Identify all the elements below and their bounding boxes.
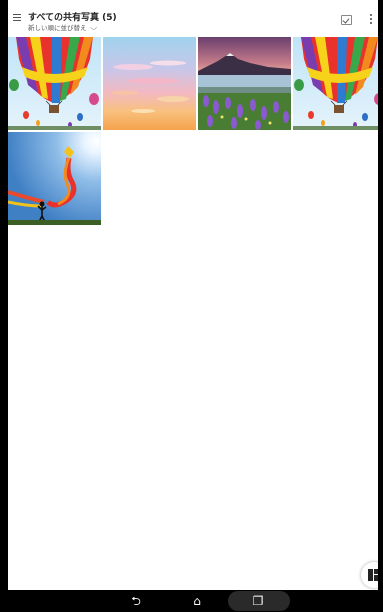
back-button[interactable]: ⮌ [128,592,144,610]
chevron-down-icon: ⌵ [89,24,97,32]
top-bar: すべての共有写真 (5) 新しい順に並び替え ⌵ [8,0,378,36]
photo-thumbnail[interactable] [103,37,196,130]
more-vertical-icon[interactable] [370,14,373,26]
layout-toggle-button[interactable] [361,562,378,588]
gallery-screen: すべての共有写真 (5) 新しい順に並び替え ⌵ [8,0,378,590]
recents-button[interactable]: ❐ [250,592,266,610]
home-button[interactable]: ⌂ [188,592,206,610]
sort-label: 新しい順に並び替え [28,24,87,32]
back-arrow-icon: ⮌ [131,594,141,608]
home-icon: ⌂ [193,594,201,608]
photo-thumbnail[interactable] [8,37,101,130]
select-checkbox-icon[interactable] [341,15,352,25]
photo-thumbnail[interactable] [8,132,101,225]
hamburger-menu-icon[interactable] [13,14,21,22]
recents-icon: ❐ [252,594,264,608]
photo-thumbnail[interactable] [293,37,378,130]
photo-thumbnail[interactable] [198,37,291,130]
sort-dropdown[interactable]: 新しい順に並び替え ⌵ [28,22,97,33]
system-nav-bar: ⮌ ⌂ ❐ [0,590,383,612]
